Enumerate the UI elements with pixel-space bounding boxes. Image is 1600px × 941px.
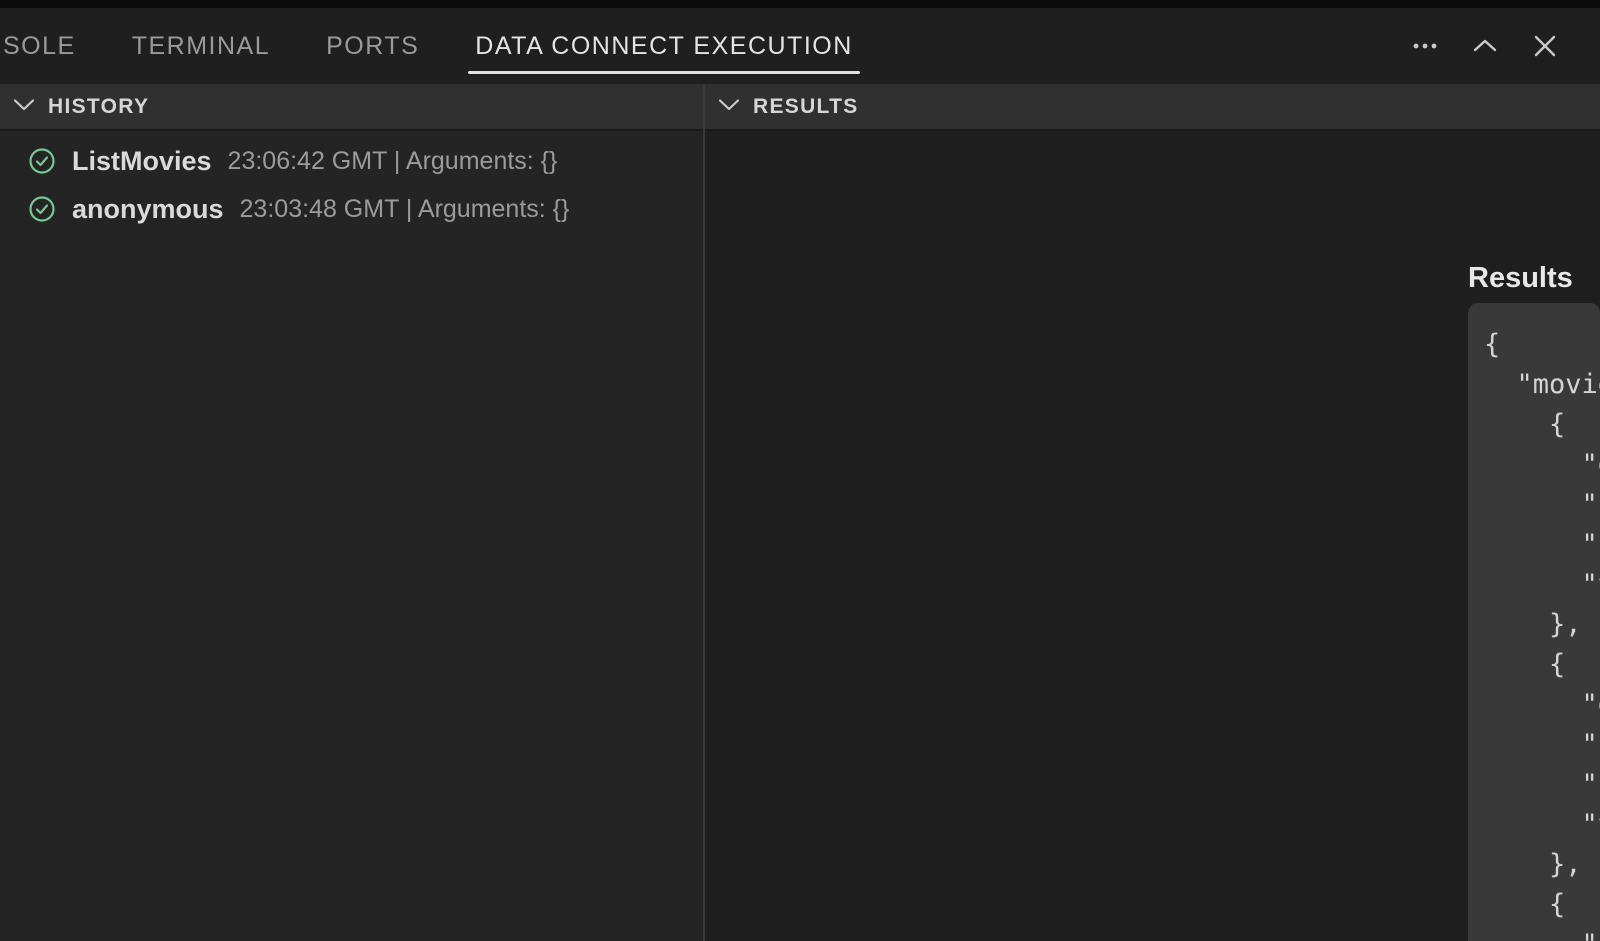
chevron-down-icon	[718, 98, 740, 116]
maximize-panel-icon[interactable]	[1470, 31, 1500, 61]
history-item-meta: 23:06:42 GMT | Arguments: {}	[228, 147, 558, 176]
history-list: ListMovies 23:06:42 GMT | Arguments: {} …	[0, 131, 703, 233]
history-item-name: anonymous	[72, 194, 224, 225]
results-pane: RESULTS Results { "movies": [ { "genre":…	[705, 84, 1600, 941]
history-item-listmovies[interactable]: ListMovies 23:06:42 GMT | Arguments: {}	[0, 137, 703, 185]
panel-actions	[1410, 31, 1560, 61]
json-code: { "movies": [ { "genre": "sci-fi", "id":…	[1468, 303, 1600, 941]
success-check-circle-icon	[28, 147, 56, 175]
tab-terminal[interactable]: TERMINAL	[132, 8, 270, 84]
editor-boundary-strip	[0, 0, 1600, 8]
history-item-anonymous[interactable]: anonymous 23:03:48 GMT | Arguments: {}	[0, 185, 703, 233]
results-section-title: RESULTS	[753, 95, 859, 119]
success-check-circle-icon	[28, 195, 56, 223]
history-item-name: ListMovies	[72, 146, 212, 177]
more-actions-icon[interactable]	[1410, 31, 1440, 61]
history-section-header[interactable]: HISTORY	[0, 84, 703, 131]
history-section-title: HISTORY	[48, 95, 149, 119]
results-section-header[interactable]: RESULTS	[705, 84, 1600, 131]
history-item-meta: 23:03:48 GMT | Arguments: {}	[240, 195, 570, 224]
results-heading: Results	[1468, 262, 1573, 295]
history-pane: HISTORY ListMovies 23:06:42 GMT | Argume…	[0, 84, 703, 941]
data-connect-execution-panel: SOLE TERMINAL PORTS DATA CONNECT EXECUTI…	[0, 0, 1600, 941]
results-json-output[interactable]: { "movies": [ { "genre": "sci-fi", "id":…	[1468, 303, 1600, 941]
tab-console-clipped[interactable]: SOLE	[3, 8, 76, 84]
close-panel-icon[interactable]	[1530, 31, 1560, 61]
tab-ports[interactable]: PORTS	[326, 8, 419, 84]
panel-tabs: SOLE TERMINAL PORTS DATA CONNECT EXECUTI…	[3, 8, 853, 84]
chevron-down-icon	[13, 98, 35, 116]
panel-body: HISTORY ListMovies 23:06:42 GMT | Argume…	[0, 84, 1600, 941]
panel-tab-bar: SOLE TERMINAL PORTS DATA CONNECT EXECUTI…	[0, 8, 1600, 84]
tab-data-connect-execution[interactable]: DATA CONNECT EXECUTION	[475, 8, 852, 84]
